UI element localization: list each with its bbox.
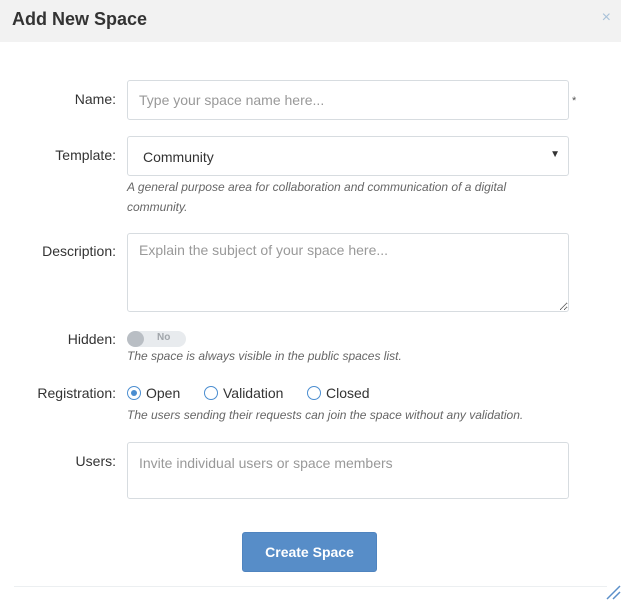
- radio-closed-circle[interactable]: [307, 386, 321, 400]
- template-help-text: A general purpose area for collaboration…: [127, 180, 507, 214]
- radio-validation-label: Validation: [223, 385, 284, 401]
- hidden-label: Hidden:: [67, 331, 116, 347]
- radio-open-label: Open: [146, 385, 181, 401]
- create-space-button[interactable]: Create Space: [242, 532, 377, 572]
- required-mark: *: [572, 95, 577, 107]
- radio-closed-label: Closed: [326, 385, 370, 401]
- users-input[interactable]: [127, 442, 569, 499]
- toggle-state-text: No: [157, 332, 171, 343]
- radio-open[interactable]: Open: [127, 385, 180, 401]
- caret-down-icon: ▼: [550, 149, 560, 160]
- template-selected-value: Community: [143, 149, 214, 165]
- name-label: Name:: [74, 91, 116, 107]
- template-label: Template:: [55, 147, 116, 163]
- hidden-toggle[interactable]: No: [127, 331, 186, 347]
- description-label: Description:: [42, 243, 116, 259]
- space-name-input[interactable]: [127, 80, 569, 120]
- users-label: Users:: [75, 453, 116, 469]
- modal-title: Add New Space: [12, 9, 148, 29]
- radio-validation-circle[interactable]: [204, 386, 218, 400]
- modal-header: Add New Space ×: [0, 0, 621, 42]
- radio-open-circle[interactable]: [127, 386, 141, 400]
- resize-grip-icon[interactable]: [603, 582, 621, 600]
- template-select[interactable]: Community ▼: [127, 136, 569, 176]
- close-icon[interactable]: ×: [602, 10, 611, 26]
- radio-validation[interactable]: Validation: [204, 385, 283, 401]
- registration-help-text: The users sending their requests can joi…: [127, 408, 524, 422]
- toggle-knob: [127, 331, 144, 347]
- radio-closed[interactable]: Closed: [307, 385, 370, 401]
- registration-label: Registration:: [37, 385, 116, 401]
- footer-divider: [14, 586, 607, 587]
- description-textarea[interactable]: [127, 233, 569, 312]
- hidden-help-text: The space is always visible in the publi…: [127, 349, 402, 363]
